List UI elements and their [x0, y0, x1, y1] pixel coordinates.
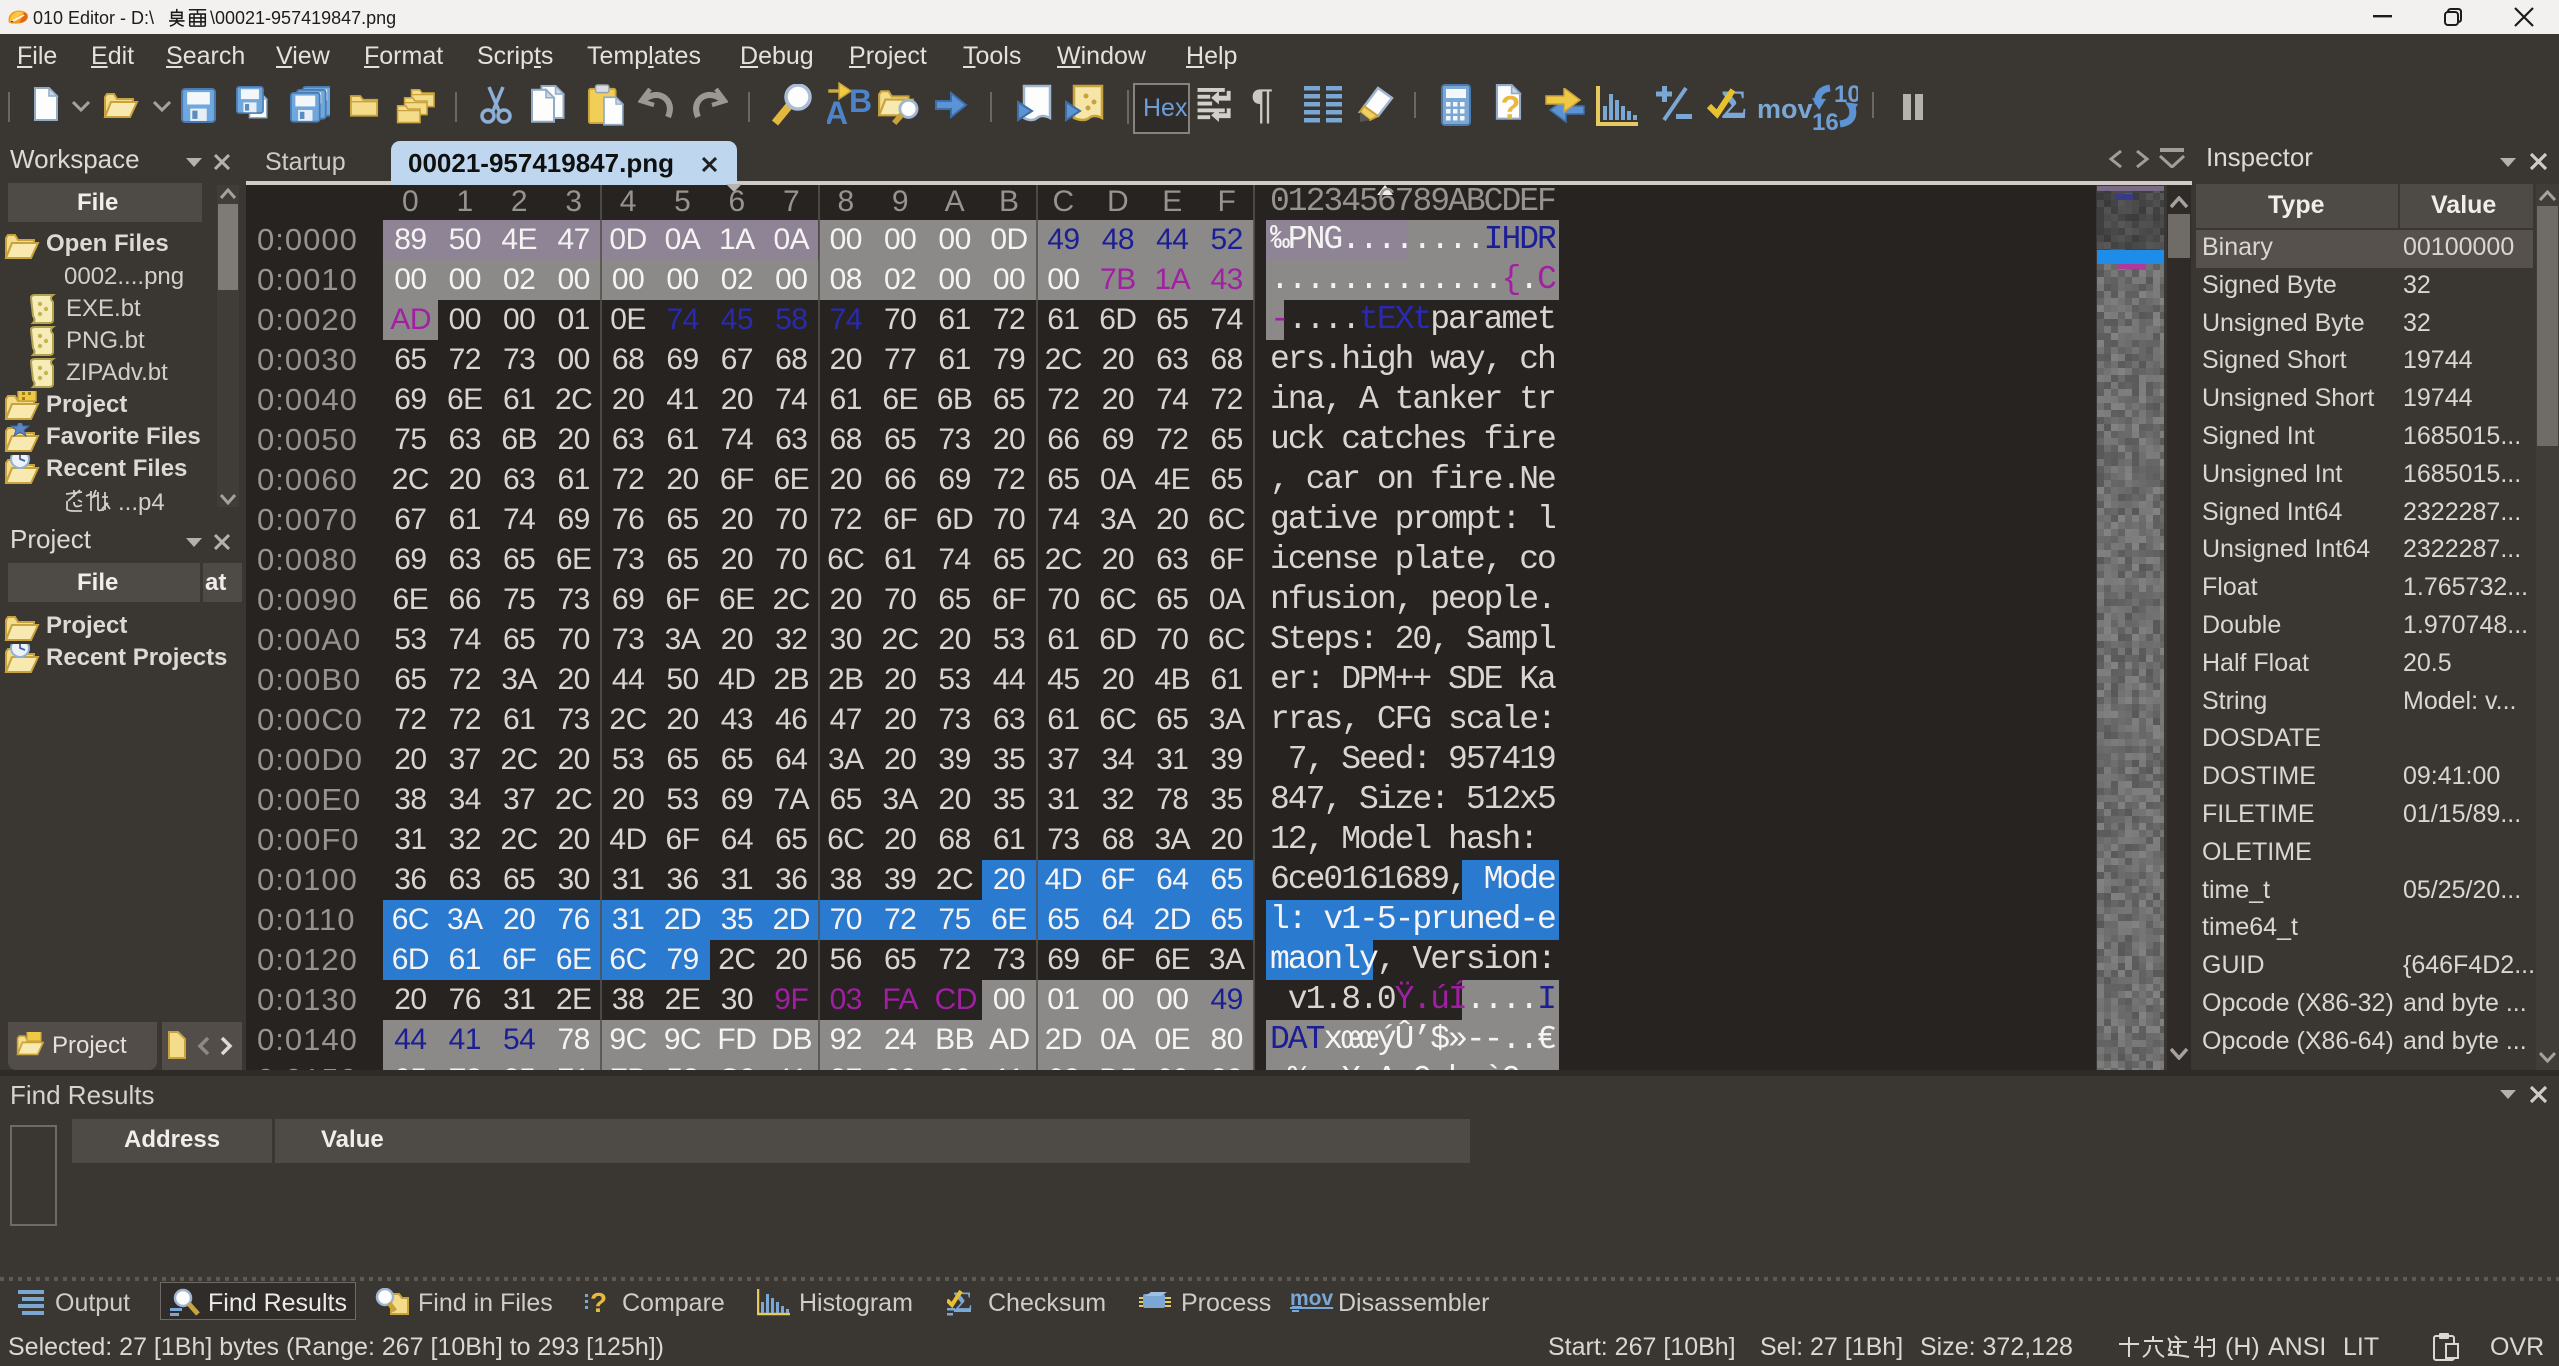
- svg-text:?: ?: [590, 1288, 607, 1316]
- svg-text:B: B: [849, 83, 871, 119]
- svg-text:10: 10: [1834, 82, 1858, 108]
- svg-text:A: A: [827, 95, 848, 126]
- svg-text:?: ?: [1501, 89, 1521, 125]
- svg-text:16: 16: [1812, 109, 1839, 130]
